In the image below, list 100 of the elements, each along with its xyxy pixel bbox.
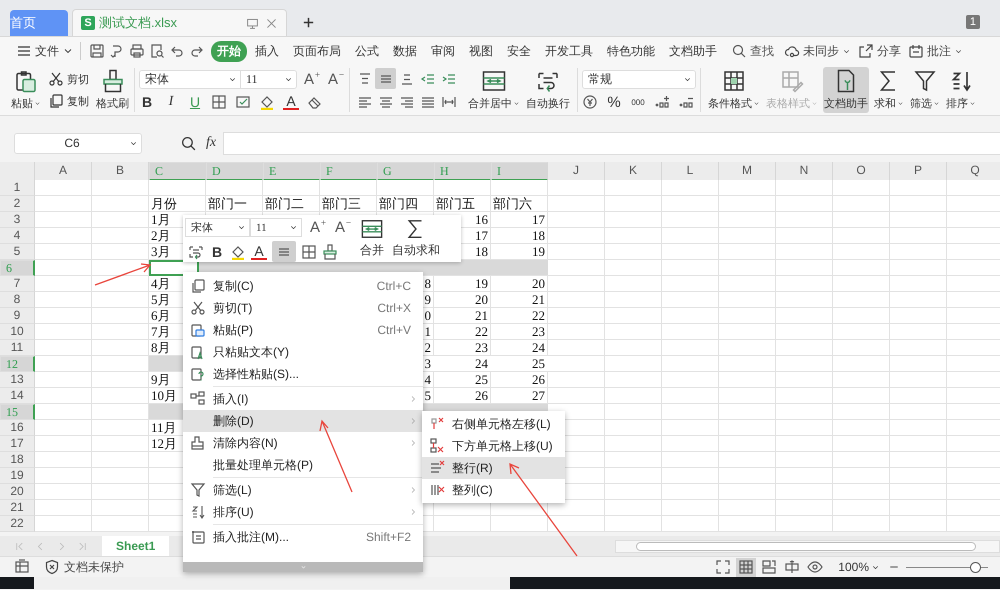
- increase-decimal-icon[interactable]: [654, 94, 670, 110]
- cell-style-icon[interactable]: [188, 244, 204, 260]
- ribbon-tab[interactable]: 公式: [349, 40, 385, 62]
- grow-font-button[interactable]: A: [310, 219, 328, 236]
- fill-color-icon[interactable]: [259, 94, 275, 110]
- merge-button[interactable]: 合并: [360, 218, 384, 259]
- column-header[interactable]: A: [35, 162, 92, 180]
- formula-field[interactable]: [223, 132, 1000, 154]
- close-icon[interactable]: [265, 16, 278, 30]
- paste-button[interactable]: 粘贴: [10, 67, 42, 113]
- row-header[interactable]: 8: [0, 292, 35, 308]
- column-header[interactable]: M: [719, 162, 776, 180]
- function-label[interactable]: fx: [206, 135, 216, 151]
- row-header[interactable]: 20: [0, 484, 35, 500]
- column-header[interactable]: J: [548, 162, 605, 180]
- menu-item[interactable]: 右侧单元格左移(L): [422, 413, 565, 435]
- menu-item[interactable]: 只粘贴文本(Y): [183, 341, 423, 363]
- row-header[interactable]: 19: [0, 468, 35, 484]
- menu-item[interactable]: 剪切(T) Ctrl+X: [183, 297, 423, 319]
- ribbon-tab[interactable]: 审阅: [425, 40, 461, 62]
- scrollbar-thumb[interactable]: [636, 542, 976, 550]
- row-header[interactable]: 11: [0, 340, 35, 356]
- conditional-button[interactable]: 条件格式: [707, 67, 762, 113]
- font-color-button[interactable]: A: [283, 94, 299, 110]
- italic-button[interactable]: I: [163, 94, 179, 110]
- column-header[interactable]: K: [605, 162, 662, 180]
- currency-icon[interactable]: [582, 94, 598, 110]
- bold-button[interactable]: B: [139, 94, 155, 110]
- assistant-button[interactable]: 文档助手: [823, 67, 870, 113]
- row-header[interactable]: 14: [0, 388, 35, 404]
- ribbon-tab[interactable]: 开发工具: [539, 40, 599, 62]
- row-header[interactable]: 1: [0, 180, 35, 196]
- menu-item[interactable]: 排序(U): [183, 501, 423, 523]
- sort-button[interactable]: 排序: [945, 67, 978, 113]
- grid-view-button[interactable]: [736, 558, 756, 576]
- horizontal-scrollbar[interactable]: [615, 540, 1000, 552]
- ribbon-tab[interactable]: 特色功能: [601, 40, 661, 62]
- share-button[interactable]: 分享: [858, 42, 901, 60]
- brush-icon[interactable]: [322, 244, 338, 260]
- zoom-icon[interactable]: [180, 134, 197, 152]
- grow-font-button[interactable]: A: [304, 71, 322, 88]
- ribbon-tab[interactable]: 视图: [463, 40, 499, 62]
- menu-item[interactable]: 整行(R): [422, 457, 565, 479]
- font-select[interactable]: 宋体: [139, 70, 241, 89]
- ribbon-tab[interactable]: 页面布局: [287, 40, 347, 62]
- row-header[interactable]: 18: [0, 452, 35, 468]
- copy-button[interactable]: 复制: [48, 93, 89, 109]
- row-header[interactable]: 21: [0, 500, 35, 516]
- wrap-button[interactable]: 自动换行: [525, 67, 572, 113]
- sum-button[interactable]: 求和: [873, 67, 906, 113]
- cut-button[interactable]: 剪切: [48, 71, 89, 87]
- sync-button[interactable]: 未同步: [784, 42, 851, 60]
- ribbon-tab[interactable]: 文档助手: [663, 40, 723, 62]
- zoom-level-button[interactable]: 100%: [838, 560, 880, 574]
- row-header[interactable]: 13: [0, 372, 35, 388]
- menu-item[interactable]: 复制(C) Ctrl+C: [183, 275, 423, 297]
- percent-button[interactable]: %: [606, 94, 622, 110]
- taskbar-search-field[interactable]: [34, 577, 510, 589]
- menu-scroll-bar[interactable]: [183, 562, 423, 572]
- menu-item[interactable]: 筛选(L): [183, 479, 423, 501]
- window-count-badge[interactable]: 1: [966, 15, 980, 29]
- printer-icon[interactable]: [129, 43, 145, 59]
- column-header[interactable]: O: [833, 162, 890, 180]
- slider-thumb[interactable]: [970, 562, 981, 572]
- border-icon[interactable]: [301, 244, 317, 260]
- menu-item[interactable]: 下方单元格上移(U): [422, 435, 565, 457]
- merge-button[interactable]: 合并居中: [467, 67, 522, 113]
- font-size-select[interactable]: 11: [241, 70, 297, 89]
- file-menu[interactable]: 文件: [16, 42, 74, 60]
- print-preview-icon[interactable]: [149, 43, 165, 59]
- row-header[interactable]: 17: [0, 436, 35, 452]
- ribbon-tab[interactable]: 安全: [501, 40, 537, 62]
- save-icon[interactable]: [89, 43, 105, 59]
- ribbon-tab[interactable]: 数据: [387, 40, 423, 62]
- menu-item[interactable]: 粘贴(P) Ctrl+V: [183, 319, 423, 341]
- row-header[interactable]: 3: [0, 212, 35, 228]
- window-icon[interactable]: [246, 16, 259, 30]
- bold-button[interactable]: B: [209, 244, 225, 260]
- column-header[interactable]: Q: [947, 162, 1000, 180]
- font-size-select[interactable]: 11: [250, 218, 302, 237]
- menu-item[interactable]: 批量处理单元格(P): [183, 454, 423, 476]
- menu-item[interactable]: 插入(I): [183, 388, 423, 410]
- protection-button[interactable]: 文档未保护: [44, 558, 124, 576]
- name-box[interactable]: C6: [14, 132, 142, 154]
- menu-item[interactable]: 整列(C): [422, 479, 565, 501]
- menu-item[interactable]: 选择性粘贴(S)...: [183, 363, 423, 385]
- format-painter-button[interactable]: 格式刷: [95, 67, 130, 113]
- comment-button[interactable]: 批注: [908, 42, 963, 60]
- menu-item[interactable]: 清除内容(N): [183, 432, 423, 454]
- font-select[interactable]: 宋体: [185, 218, 250, 237]
- border-icon[interactable]: [211, 94, 227, 110]
- number-format-select[interactable]: 常规: [582, 70, 696, 88]
- row-header[interactable]: 2: [0, 196, 35, 212]
- ribbon-tab[interactable]: 插入: [249, 40, 285, 62]
- shrink-font-button[interactable]: A: [328, 71, 346, 88]
- align-middle-button[interactable]: [375, 68, 396, 89]
- menu-item[interactable]: 插入批注(M)... Shift+F2: [183, 526, 423, 548]
- column-header[interactable]: B: [92, 162, 149, 180]
- row-header[interactable]: 16: [0, 420, 35, 436]
- thousands-button[interactable]: 000: [630, 98, 646, 106]
